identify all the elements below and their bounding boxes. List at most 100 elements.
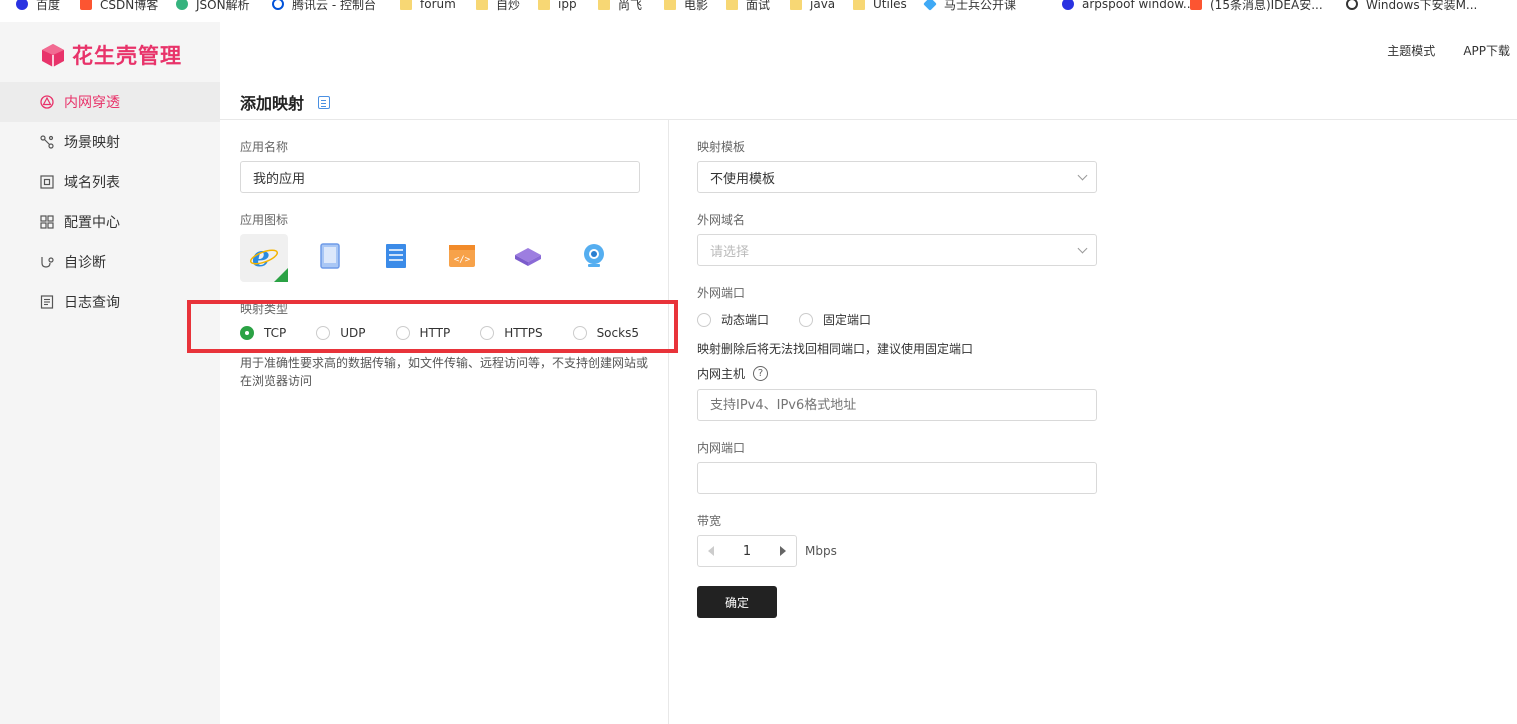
bandwidth-label: 带宽 [697, 514, 722, 528]
app-icon-option[interactable] [306, 234, 354, 282]
sidebar-item-scene-mapping[interactable]: 场景映射 [0, 122, 220, 162]
code-icon: </> [448, 244, 476, 272]
domain-select-placeholder: 请选择 [710, 244, 750, 260]
app-name-label: 应用名称 [240, 140, 289, 154]
confirm-button[interactable]: 确定 [697, 586, 777, 618]
csdn-icon [1190, 0, 1202, 10]
decrement-icon[interactable] [708, 546, 714, 556]
logo-icon [40, 42, 66, 68]
bookmark[interactable]: Windows下安装M... [1346, 0, 1477, 12]
sidebar: 花生壳管理 内网穿透 场景映射 域名列表 配置中心 自诊断 日志查询 [0, 22, 220, 724]
int-port-label: 内网端口 [697, 441, 746, 455]
app-download-link[interactable]: APP下载 [1463, 42, 1510, 59]
sidebar-nav: 内网穿透 场景映射 域名列表 配置中心 自诊断 日志查询 [0, 82, 220, 322]
app-icon-option[interactable] [570, 234, 618, 282]
sidebar-item-label: 域名列表 [64, 175, 120, 191]
help-icon[interactable]: ? [753, 366, 769, 381]
bookmark[interactable]: arpspoof window... [1062, 0, 1194, 12]
chevron-down-icon [1077, 170, 1088, 181]
folder-icon [400, 0, 412, 10]
page-title: 添加映射 [240, 90, 331, 114]
diagnose-icon [40, 255, 54, 269]
folder-icon [726, 0, 738, 10]
fixed-port-radio[interactable]: 固定端口 [799, 311, 871, 328]
ext-port-radio-group: 动态端口 固定端口 [697, 311, 871, 328]
bookmark[interactable]: 百度 [16, 0, 60, 12]
theme-mode-link[interactable]: 主题模式 [1387, 42, 1435, 59]
bookmark[interactable]: CSDN博客 [80, 0, 158, 12]
increment-icon[interactable] [780, 546, 786, 556]
ext-port-hint: 映射删除后将无法找回相同端口，建议使用固定端口 [697, 342, 974, 356]
topbar: 主题模式 APP下载 [1387, 42, 1517, 59]
camera-icon [582, 243, 606, 273]
document-icon[interactable] [318, 95, 331, 109]
bandwidth-value[interactable]: 1 [743, 544, 751, 559]
int-port-input[interactable] [697, 462, 1097, 494]
host-input[interactable] [697, 389, 1097, 421]
sidebar-item-self-diagnose[interactable]: 自诊断 [0, 242, 220, 282]
app-icon-option[interactable]: e [240, 234, 288, 282]
domain-select[interactable]: 请选择 [697, 234, 1097, 266]
network-icon [40, 95, 54, 109]
bookmark[interactable]: forum [400, 0, 456, 12]
grid-icon [40, 215, 54, 229]
folder-icon [664, 0, 676, 10]
log-icon [40, 295, 54, 309]
page-title-text: 添加映射 [240, 94, 305, 113]
column-divider [668, 120, 669, 724]
folder-icon [476, 0, 488, 10]
tablet-icon [319, 243, 341, 273]
bookmark[interactable]: Utiles [853, 0, 907, 12]
folder-icon [538, 0, 550, 10]
bookmark[interactable]: ipp [538, 0, 577, 12]
app-icon-option[interactable] [372, 234, 420, 282]
ext-port-label: 外网端口 [697, 286, 746, 300]
logo[interactable]: 花生壳管理 [40, 40, 182, 70]
bookmark[interactable]: 电影 [664, 0, 708, 12]
sidebar-item-label: 日志查询 [64, 295, 120, 311]
app-icon-picker: e </> [240, 234, 636, 282]
baidu-icon [16, 0, 28, 10]
domain-icon [40, 175, 54, 189]
bookmark[interactable]: (15条消息)IDEA安... [1190, 0, 1323, 12]
diamond-icon [923, 0, 937, 11]
layers-icon [513, 244, 543, 272]
sidebar-item-label: 配置中心 [64, 215, 120, 231]
bookmark[interactable]: 尚飞 [598, 0, 642, 12]
app-icon-label: 应用图标 [240, 213, 289, 227]
annotation-highlight-box [187, 300, 678, 353]
chevron-down-icon [1077, 243, 1088, 254]
radio-indicator [697, 312, 711, 327]
svg-text:</>: </> [454, 255, 471, 265]
cloud-icon [272, 0, 284, 10]
bookmarks-bar: 百度 CSDN博客 JSON解析 腾讯云 - 控制台 forum 自炒 ipp … [0, 0, 1517, 12]
app-icon-option[interactable] [504, 234, 552, 282]
bookmark[interactable]: 马士兵公开课 [923, 0, 1016, 12]
github-icon [1346, 0, 1358, 10]
dynamic-port-radio[interactable]: 动态端口 [697, 311, 769, 328]
radio-indicator [799, 312, 814, 327]
ie-icon: e [249, 240, 279, 275]
csdn-icon [80, 0, 92, 10]
sidebar-item-domain-list[interactable]: 域名列表 [0, 162, 220, 202]
bookmark[interactable]: 面试 [726, 0, 770, 12]
bookmark[interactable]: 自炒 [476, 0, 520, 12]
sidebar-item-intranet[interactable]: 内网穿透 [0, 82, 220, 122]
bookmark[interactable]: JSON解析 [176, 0, 250, 12]
title-divider [220, 119, 1517, 120]
app-icon-option[interactable]: </> [438, 234, 486, 282]
template-select-value: 不使用模板 [710, 171, 776, 187]
app-name-input[interactable]: 我的应用 [240, 161, 640, 193]
template-select[interactable]: 不使用模板 [697, 161, 1097, 193]
bookmark[interactable]: java [790, 0, 835, 12]
branch-icon [40, 135, 54, 149]
bookmark[interactable]: 腾讯云 - 控制台 [272, 0, 376, 12]
host-label: 内网主机 [697, 367, 746, 381]
sidebar-item-label: 内网穿透 [64, 95, 120, 111]
logo-text: 花生壳管理 [72, 44, 182, 68]
folder-icon [790, 0, 802, 10]
bandwidth-stepper: 1 [697, 535, 797, 567]
folder-icon [853, 0, 865, 10]
map-type-description: 用于准确性要求高的数据传输，如文件传输、远程访问等，不支持创建网站或在浏览器访问 [240, 356, 649, 388]
sidebar-item-config-center[interactable]: 配置中心 [0, 202, 220, 242]
